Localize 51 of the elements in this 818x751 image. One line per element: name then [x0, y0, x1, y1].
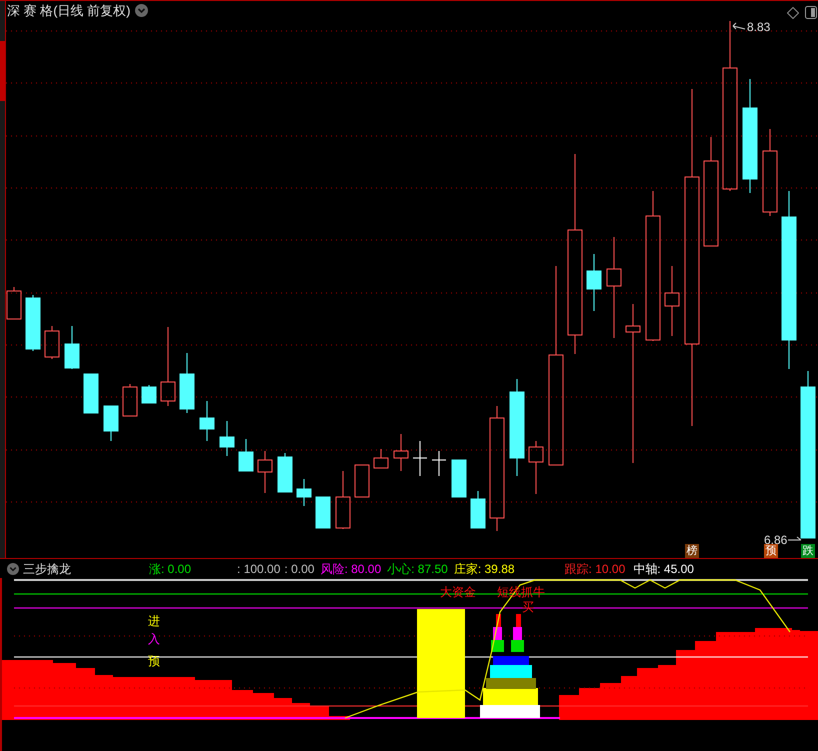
rising-candle	[374, 448, 388, 468]
falling-candle	[26, 294, 40, 352]
high-price-label: 8.83	[747, 21, 770, 33]
indicator-value: 跟踪: 10.00	[564, 560, 626, 578]
indicator-value: 风险: 80.00	[320, 560, 382, 578]
signal-marker: 预	[764, 544, 778, 558]
rising-candle	[258, 450, 272, 494]
signal-marker: 跌	[801, 544, 815, 558]
falling-candle	[452, 460, 466, 498]
diamond-icon[interactable]	[787, 7, 799, 19]
falling-candle	[220, 420, 234, 456]
falling-candle	[84, 374, 98, 414]
falling-candle	[316, 496, 330, 528]
falling-candle	[64, 326, 80, 370]
falling-candle	[238, 438, 254, 472]
high-pointer-icon	[732, 22, 746, 30]
falling-candle	[200, 400, 214, 442]
signal-label: 进	[148, 614, 160, 628]
falling-candle	[470, 490, 486, 528]
chevron-down-icon[interactable]	[7, 562, 19, 574]
rising-candle	[6, 286, 22, 320]
low-pointer-icon	[788, 535, 802, 543]
indicator-value: : 100.00	[237, 560, 280, 578]
falling-candle	[296, 478, 312, 506]
chevron-down-icon[interactable]	[134, 4, 148, 17]
low-price-label: 6.86	[764, 534, 788, 546]
panel-toggle-icon[interactable]	[805, 6, 817, 19]
doji-candle	[432, 450, 446, 476]
indicator-name: 三步擒龙	[23, 560, 71, 578]
rising-candle	[354, 464, 370, 498]
rising-candle	[122, 384, 138, 416]
chart-title: 深 赛 格(日线 前复权)	[7, 4, 130, 17]
falling-candle	[180, 352, 194, 414]
doji-candle	[412, 440, 428, 476]
indicator-value: 涨: 0.00	[149, 560, 192, 578]
falling-candle	[278, 452, 292, 492]
rising-candle	[336, 470, 350, 530]
rising-candle	[664, 266, 680, 336]
indicator-value: 庄家: 39.88	[454, 560, 515, 578]
falling-candle	[142, 384, 156, 404]
rising-candle	[44, 326, 60, 360]
falling-candle	[104, 406, 118, 442]
signal-label: 预	[148, 654, 160, 668]
rising-candle	[528, 440, 544, 494]
indicator-value: 中轴: 45.00	[633, 560, 694, 578]
rising-candle	[394, 434, 408, 472]
signal-marker: 榜	[685, 544, 699, 558]
falling-candle	[586, 254, 602, 312]
signal-label: 入	[148, 632, 160, 646]
indicator-value: 小心: 87.50	[387, 560, 448, 578]
indicator-value: : 0.00	[284, 560, 314, 578]
